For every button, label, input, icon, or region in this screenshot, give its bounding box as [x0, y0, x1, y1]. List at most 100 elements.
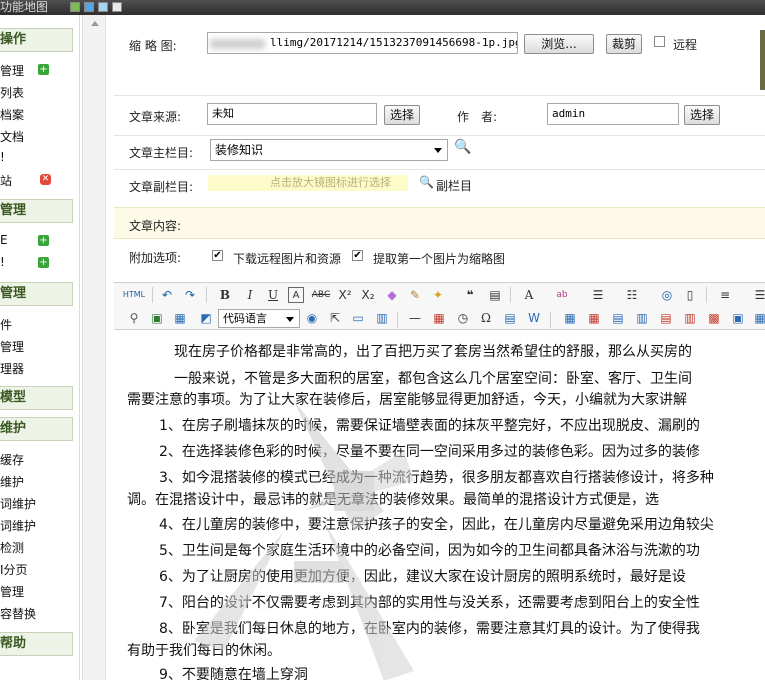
sidebar-item[interactable]: 词维护	[0, 517, 36, 534]
sidebar-section-header[interactable]: 操作	[0, 28, 73, 52]
eraser-icon[interactable]: ◆	[384, 287, 400, 303]
font-color-icon[interactable]: A	[521, 287, 537, 303]
sidebar-item[interactable]: 管理	[0, 338, 24, 355]
template-icon[interactable]: ▭	[350, 310, 366, 326]
plus-icon[interactable]: +	[38, 235, 49, 246]
sidebar-section-header[interactable]: 管理	[0, 199, 73, 223]
sidebar-item[interactable]: E	[0, 233, 8, 247]
layout-icon[interactable]: ▥	[374, 310, 390, 326]
download-remote-checkbox[interactable]: ✔	[212, 250, 223, 261]
strikethrough-icon[interactable]: ABC	[311, 287, 331, 303]
sidebar-item[interactable]: 件	[0, 316, 12, 333]
date-icon[interactable]: ▦	[431, 310, 447, 326]
insert-row-icon[interactable]: ▤	[610, 310, 626, 326]
function-map-title[interactable]: 功能地图	[0, 0, 48, 15]
sidebar-item[interactable]: 文档	[0, 128, 24, 145]
ordered-list-icon[interactable]: ☰	[590, 287, 606, 303]
sidebar-item[interactable]: 档案	[0, 106, 24, 123]
plus-icon[interactable]: +	[38, 257, 49, 268]
split-cells-icon[interactable]: ▣	[730, 310, 746, 326]
sidebar-item-label: 管理	[0, 64, 25, 78]
image-icon[interactable]: ▣	[149, 310, 165, 326]
delete-table-icon[interactable]: ▦	[586, 310, 602, 326]
source-input[interactable]: 未知	[207, 103, 377, 125]
author-select-button[interactable]: 选择	[684, 105, 720, 125]
delete-row-icon[interactable]: ▤	[658, 310, 674, 326]
redo-icon[interactable]: ↷	[182, 287, 198, 303]
format-brush-icon[interactable]: ✎	[407, 287, 423, 303]
undo-icon[interactable]: ↶	[159, 287, 175, 303]
sidebar-section-header[interactable]: 维护	[0, 417, 73, 441]
attachment-icon[interactable]: ⚲	[126, 310, 142, 326]
search-replace-icon[interactable]: ◎	[659, 287, 675, 303]
table-props-icon[interactable]: ▦	[752, 310, 765, 326]
magic-wand-icon[interactable]: ✦	[430, 287, 446, 303]
sidebar-section-header[interactable]: 模型	[0, 386, 73, 410]
grey-tab-icon[interactable]	[112, 2, 122, 12]
plus-icon[interactable]: +	[38, 64, 49, 75]
green-tab-icon[interactable]	[70, 2, 80, 12]
merge-cells-icon[interactable]: ▩	[706, 310, 722, 326]
sidebar-item[interactable]: 容替换	[0, 605, 36, 622]
multi-image-icon[interactable]: ▦	[172, 310, 188, 326]
search-icon[interactable]: 🔍	[454, 139, 471, 155]
sidebar-item[interactable]: 维护	[0, 473, 24, 490]
page-icon[interactable]: ▯	[682, 287, 698, 303]
table-icon[interactable]: ▦	[562, 310, 578, 326]
html-source-icon[interactable]: HTML	[122, 287, 146, 303]
sub-column-link[interactable]: 副栏目	[436, 177, 472, 194]
code-language-select[interactable]: 代码语言	[218, 309, 300, 328]
scroll-up-icon[interactable]	[91, 21, 99, 26]
sidebar-item[interactable]: 列表	[0, 84, 24, 101]
blue-tab-icon[interactable]	[84, 2, 94, 12]
crop-button[interactable]: 裁剪	[606, 34, 642, 54]
lightblue-tab-icon[interactable]	[98, 2, 108, 12]
delete-column-icon[interactable]: ▥	[682, 310, 698, 326]
unordered-list-icon[interactable]: ☷	[624, 287, 640, 303]
sidebar-item[interactable]: 理器	[0, 360, 24, 377]
sidebar-item[interactable]: 站	[0, 172, 12, 189]
stop-icon[interactable]: ✕	[40, 174, 51, 185]
main-column-select[interactable]: 装修知识	[210, 139, 448, 161]
bold-icon[interactable]: B	[217, 287, 233, 303]
word-icon[interactable]: W	[526, 310, 542, 326]
sidebar-item[interactable]: 检测	[0, 539, 24, 556]
page-break-icon[interactable]: ⇱	[327, 310, 343, 326]
source-select-button[interactable]: 选择	[384, 105, 420, 125]
insert-column-icon[interactable]: ▥	[634, 310, 650, 326]
paste-icon[interactable]: ▤	[487, 287, 503, 303]
editor-content[interactable]: 现在房子价格都是非常高的，出了百把万买了套房当然希望住的舒服，那么从买房的 一般…	[114, 331, 765, 680]
sidebar-item[interactable]: !	[0, 255, 5, 269]
insert-code-icon[interactable]: ◩	[198, 310, 214, 326]
sidebar-item[interactable]: 词维护	[0, 495, 36, 512]
underline-icon[interactable]: U	[265, 287, 281, 303]
sidebar-item[interactable]: 管理	[0, 62, 24, 79]
time-icon[interactable]: ◷	[455, 310, 471, 326]
first-image-thumb-checkbox[interactable]: ✔	[352, 250, 363, 261]
content-label: 文章内容:	[129, 219, 182, 233]
sidebar-item[interactable]: I分页	[0, 561, 28, 578]
author-input[interactable]: admin	[547, 103, 679, 125]
superscript-icon[interactable]: X²	[337, 287, 353, 303]
sidebar-item[interactable]: !	[0, 150, 5, 164]
sidebar-scrollbar[interactable]	[82, 15, 106, 680]
thumb-path-input[interactable]: llimg/20171214/1513237091456698-1p.jpg	[207, 32, 518, 54]
anchor-icon[interactable]: ▤	[502, 310, 518, 326]
sidebar-section-header[interactable]: 管理	[0, 282, 73, 306]
align-icon[interactable]: ≡	[717, 287, 733, 303]
sidebar-item[interactable]: 管理	[0, 583, 24, 600]
align-right-icon[interactable]: ☰	[752, 287, 765, 303]
horizontal-rule-icon[interactable]: —	[407, 310, 423, 326]
sidebar-section-header[interactable]: 帮助	[0, 632, 73, 656]
italic-icon[interactable]: I	[242, 287, 258, 303]
remote-checkbox[interactable]	[654, 36, 665, 47]
magnifier-icon[interactable]: 🔍	[419, 175, 434, 189]
quote-icon[interactable]: ❝	[462, 287, 478, 303]
browse-button[interactable]: 浏览...	[524, 34, 594, 54]
highlight-icon[interactable]: ab	[554, 287, 570, 303]
subscript-icon[interactable]: X₂	[360, 287, 376, 303]
globe-icon[interactable]: ◉	[304, 310, 320, 326]
special-char-icon[interactable]: Ω	[478, 310, 494, 326]
sidebar-item[interactable]: 缓存	[0, 451, 24, 468]
font-border-icon[interactable]: A	[288, 287, 304, 303]
